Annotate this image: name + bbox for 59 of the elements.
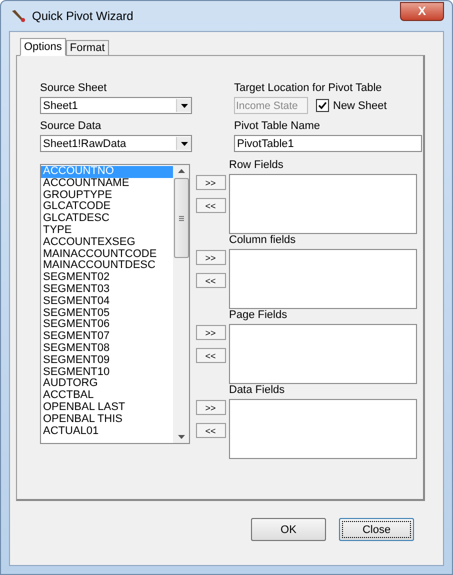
list-item[interactable]: SEGMENT08 xyxy=(41,342,173,355)
list-item[interactable]: TYPE xyxy=(41,224,173,237)
tab[interactable]: Format xyxy=(66,40,109,55)
list-item[interactable]: SEGMENT09 xyxy=(41,354,173,367)
field-label: Pivot Table Name xyxy=(234,120,322,133)
field-label: Target Location for Pivot Table xyxy=(234,82,383,95)
list-item[interactable]: SEGMENT10 xyxy=(41,366,173,378)
add-field-button[interactable]: >> xyxy=(196,400,226,415)
list-item[interactable]: SEGMENT06 xyxy=(41,319,173,332)
field-label: Row Fields xyxy=(229,159,284,172)
field-list[interactable] xyxy=(40,164,190,444)
list-item[interactable]: ACTUAL01 xyxy=(41,426,173,438)
list-item[interactable]: AUDTORG xyxy=(41,378,173,390)
field-drop-list[interactable] xyxy=(229,399,417,459)
remove-field-button[interactable]: << xyxy=(196,198,226,213)
field-drop-list[interactable] xyxy=(229,249,417,309)
list-item[interactable]: SEGMENT07 xyxy=(41,331,173,343)
pivot-name-field[interactable]: PivotTable1 xyxy=(234,135,422,152)
list-item[interactable]: MAINACCOUNTDESC xyxy=(41,260,173,272)
field-drop-list[interactable] xyxy=(229,174,417,234)
scroll-down-icon[interactable] xyxy=(178,435,184,439)
list-item[interactable]: MAINACCOUNTCODE xyxy=(41,248,173,260)
list-item[interactable]: ACCTBAL xyxy=(41,390,173,402)
dialog-button[interactable]: OK xyxy=(251,518,326,541)
list-item[interactable]: ACCOUNTEXSEG xyxy=(41,236,173,249)
remove-field-button[interactable]: << xyxy=(196,348,226,363)
list-item[interactable]: SEGMENT04 xyxy=(41,296,173,308)
field-label: Source Data xyxy=(40,120,102,133)
checkbox-label: New Sheet xyxy=(333,100,387,112)
field-label: Data Fields xyxy=(229,384,286,397)
dropdown-arrow-icon xyxy=(180,142,188,146)
list-item[interactable]: SEGMENT02 xyxy=(41,272,173,284)
source-sheet-dropdown[interactable]: Sheet1 xyxy=(40,97,192,114)
field-label: Source Sheet xyxy=(40,82,108,95)
scrollbar[interactable] xyxy=(173,165,189,443)
field-label: Column fields xyxy=(229,234,297,247)
list-item[interactable]: ACCOUNTNAME xyxy=(41,178,173,190)
list-item[interactable]: GROUPTYPE xyxy=(41,190,173,202)
scroll-up-icon[interactable] xyxy=(178,169,184,173)
dialog-button[interactable]: Close xyxy=(339,518,414,541)
list-item[interactable]: GLCATCODE xyxy=(41,201,173,214)
list-item[interactable]: SEGMENT05 xyxy=(41,308,173,320)
source-data-dropdown[interactable]: Sheet1!RawData xyxy=(40,135,192,152)
list-item[interactable]: SEGMENT03 xyxy=(41,284,173,296)
tab[interactable]: Options xyxy=(20,38,66,56)
add-field-button[interactable]: >> xyxy=(196,250,226,265)
list-item[interactable]: OPENBAL LAST xyxy=(41,402,173,414)
list-item[interactable]: OPENBAL THIS xyxy=(41,414,173,426)
wrench-icon xyxy=(11,9,27,23)
remove-field-button[interactable]: << xyxy=(196,273,226,288)
field-drop-list[interactable] xyxy=(229,324,417,384)
add-field-button[interactable]: >> xyxy=(196,175,226,190)
remove-field-button[interactable]: << xyxy=(196,423,226,438)
dropdown-arrow-icon xyxy=(180,104,188,108)
checkbox[interactable] xyxy=(316,99,329,112)
window-title: Quick Pivot Wizard xyxy=(32,9,134,23)
add-field-button[interactable]: >> xyxy=(196,325,226,340)
list-item[interactable]: GLCATDESC xyxy=(41,213,173,225)
field-label: Page Fields xyxy=(229,309,288,322)
